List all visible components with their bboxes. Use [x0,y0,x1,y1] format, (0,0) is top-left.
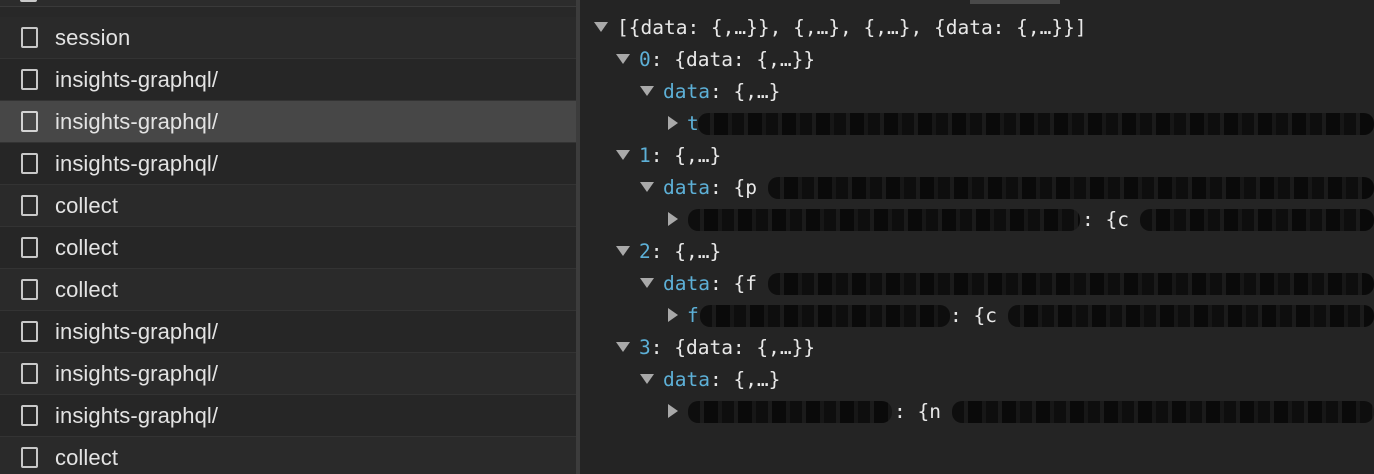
request-checkbox[interactable] [21,237,38,258]
tree-node-3-child[interactable] [668,398,687,426]
request-list-panel: session insights-graphql/ insights-graph… [0,0,576,474]
expand-down-icon[interactable] [616,53,630,64]
tree-node-3-data[interactable]: data: {,…} [640,366,780,394]
previous-row-checkbox[interactable] [20,0,37,2]
response-preview-panel: [{data: {,…}}, {,…}, {,…}, {data: {,…}}]… [580,0,1374,474]
request-name: collect [55,276,119,302]
tree-node-0-data[interactable]: data: {,…} [640,78,780,106]
request-row[interactable]: session [0,17,576,59]
tree-node-3[interactable]: 3: {data: {,…}} [616,334,815,362]
expand-down-icon[interactable] [640,181,654,192]
redaction-scribble [698,113,1374,135]
request-row[interactable]: insights-graphql/ [0,353,576,395]
tree-node-1[interactable]: 1: {,…} [616,142,721,170]
request-row[interactable]: collect [0,227,576,269]
redaction-scribble [688,209,1080,231]
request-name: insights-graphql/ [55,402,219,428]
request-checkbox[interactable] [21,363,38,384]
expand-down-icon[interactable] [616,341,630,352]
redaction-scribble [952,401,1374,423]
request-row[interactable]: insights-graphql/ [0,311,576,353]
expand-right-icon[interactable] [668,403,678,418]
tree-node-2-data[interactable]: data: {f [640,270,757,298]
request-name: collect [55,192,119,218]
redaction-scribble [1140,209,1374,231]
request-name: insights-graphql/ [55,360,219,386]
request-checkbox[interactable] [21,195,38,216]
redaction-scribble [768,273,1374,295]
tree-node-0-child[interactable]: t [668,110,699,138]
request-name: collect [55,234,119,260]
request-checkbox[interactable] [21,27,38,48]
expand-right-icon[interactable] [668,115,678,130]
request-name: session [55,24,131,50]
tree-node-3-child-value: : {n [894,400,941,423]
request-row-selected[interactable]: insights-graphql/ [0,101,576,143]
tree-node-2[interactable]: 2: {,…} [616,238,721,266]
expand-down-icon[interactable] [616,149,630,160]
request-name: insights-graphql/ [55,318,219,344]
request-name: insights-graphql/ [55,108,219,134]
request-row[interactable]: collect [0,269,576,311]
redaction-scribble [688,401,892,423]
tree-node-1-data[interactable]: data: {p [640,174,757,202]
tree-node-2-child-value: : {c [950,304,997,327]
request-name: collect [55,444,119,470]
request-checkbox[interactable] [21,321,38,342]
tree-node-1-child-value: : {c [1082,208,1129,231]
tree-node-2-child[interactable]: f [668,302,699,330]
expand-down-icon[interactable] [594,21,608,32]
redaction-scribble [1008,305,1374,327]
request-row[interactable]: insights-graphql/ [0,395,576,437]
tree-node-0[interactable]: 0: {data: {,…}} [616,46,815,74]
expand-right-icon[interactable] [668,211,678,226]
request-checkbox[interactable] [21,279,38,300]
request-checkbox[interactable] [21,405,38,426]
request-checkbox[interactable] [21,111,38,132]
request-row[interactable]: insights-graphql/ [0,59,576,101]
request-row[interactable]: insights-graphql/ [0,143,576,185]
list-top-edge [0,0,576,7]
request-checkbox[interactable] [21,153,38,174]
tree-node-1-child[interactable] [668,206,687,234]
request-checkbox[interactable] [21,447,38,468]
tree-root[interactable]: [{data: {,…}}, {,…}, {,…}, {data: {,…}}] [594,14,1087,42]
redaction-scribble [700,305,950,327]
request-name: insights-graphql/ [55,66,219,92]
redaction-scribble [768,177,1374,199]
request-checkbox[interactable] [21,69,38,90]
expand-down-icon[interactable] [640,85,654,96]
request-row[interactable]: collect [0,437,576,474]
expand-down-icon[interactable] [640,373,654,384]
expand-right-icon[interactable] [668,307,678,322]
scrollbar-thumb[interactable] [970,0,1060,4]
request-name: insights-graphql/ [55,150,219,176]
expand-down-icon[interactable] [616,245,630,256]
request-row[interactable]: collect [0,185,576,227]
expand-down-icon[interactable] [640,277,654,288]
